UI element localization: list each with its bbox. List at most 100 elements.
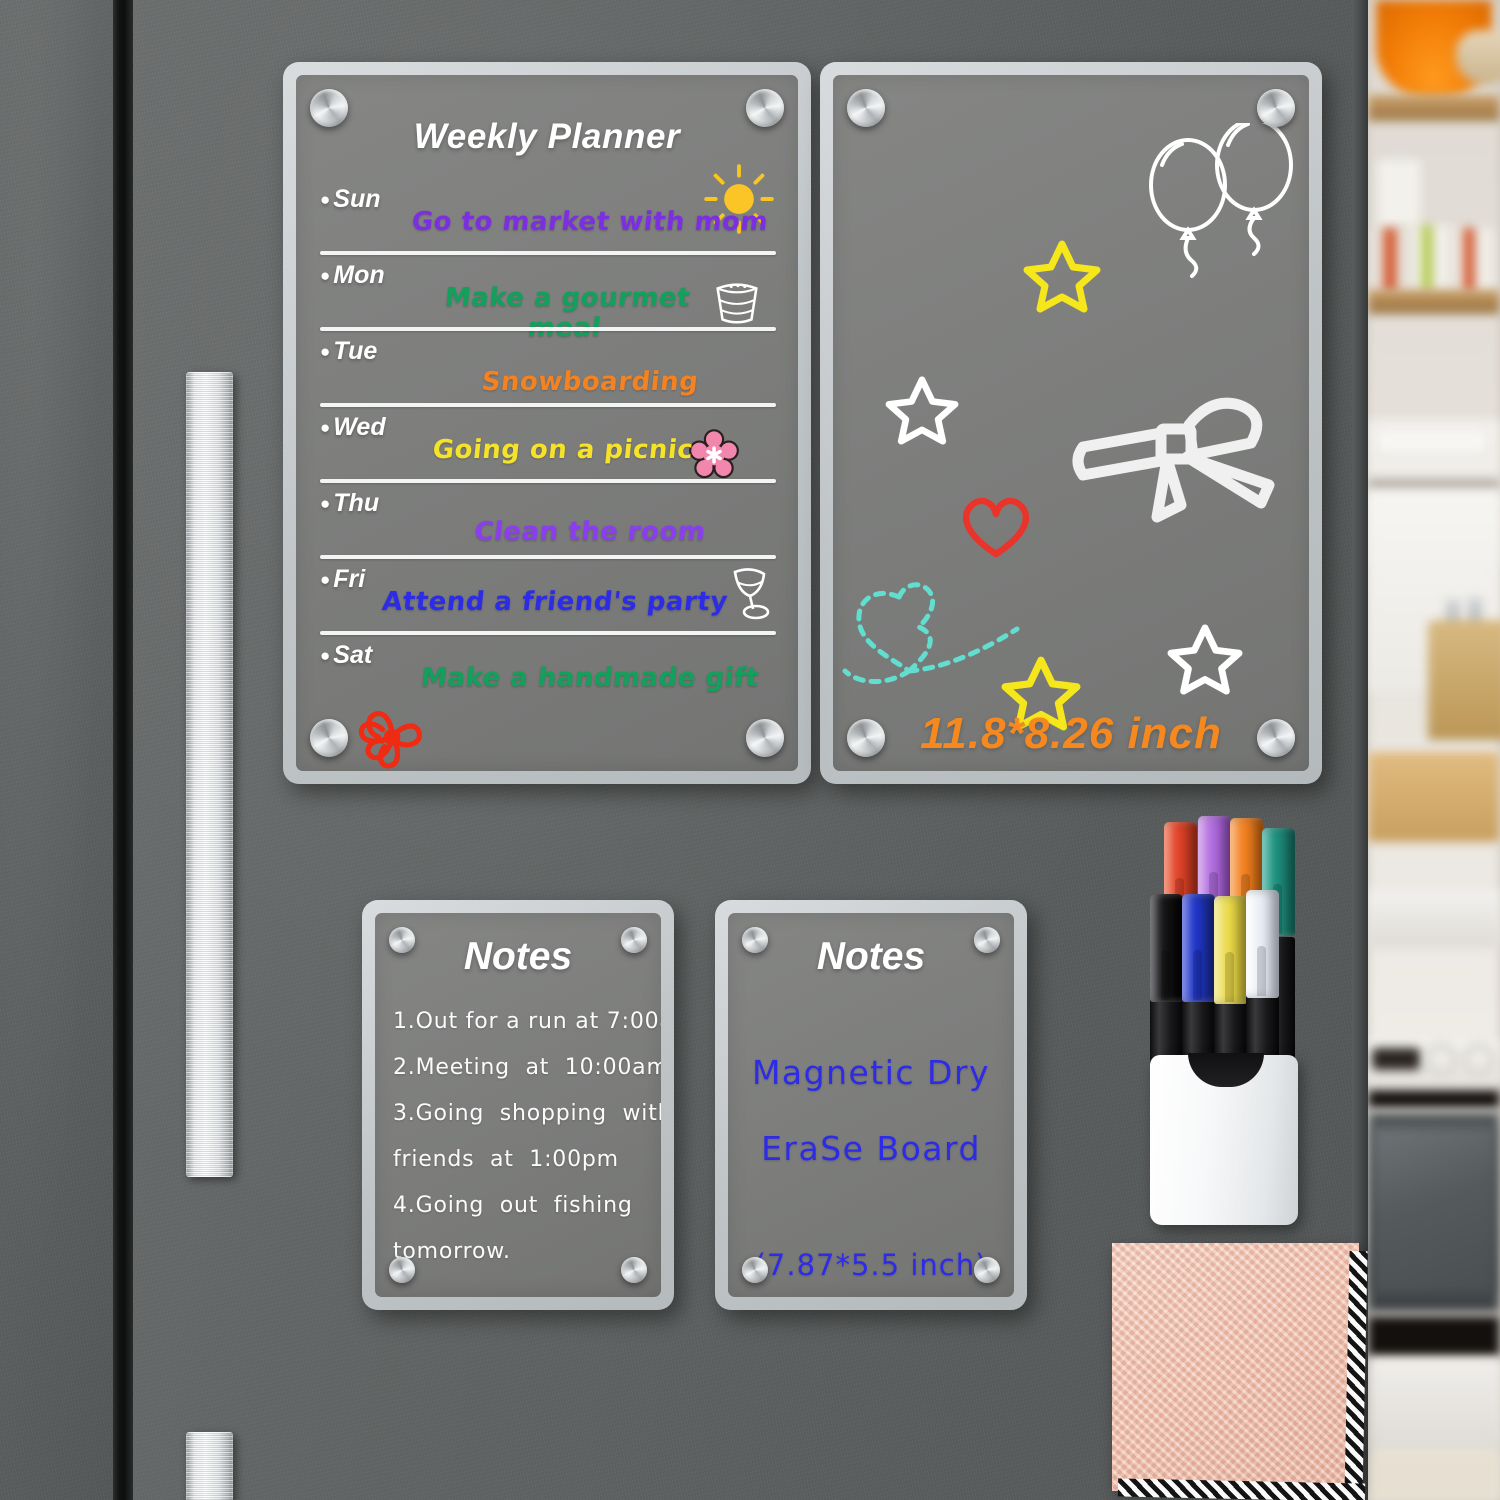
screw-cap-top-left — [310, 89, 348, 127]
red-flower-doodle — [358, 711, 423, 769]
screw-cap-top-right — [974, 927, 1000, 953]
red-heart-doodle — [962, 497, 1030, 558]
microfiber-eraser-cloth[interactable] — [1112, 1243, 1368, 1500]
wooden-shelf-upper — [1368, 95, 1500, 121]
wooden-shelf-lower — [1368, 290, 1500, 314]
notes-board-1[interactable]: Notes 1.Out for a run at 7:00am 2.Meetin… — [362, 900, 674, 1310]
screw-cap-bottom-left — [389, 1257, 415, 1283]
planner-row[interactable]: Fri Attend a friend's party — [320, 559, 776, 635]
day-label-fri: Fri — [320, 565, 365, 594]
knife-block — [1428, 620, 1500, 740]
day-note-tue[interactable]: Snowboarding — [406, 367, 773, 397]
day-label-tue: Tue — [320, 337, 377, 366]
marker-holder-cup[interactable] — [1150, 1053, 1298, 1225]
day-label-thu: Thu — [320, 489, 379, 518]
planner-row[interactable]: Sat Make a handmade gift — [320, 635, 776, 711]
screw-cap-top-right — [1257, 89, 1295, 127]
product-dimension-line: (7.87*5.5 inch) — [754, 1248, 988, 1282]
oven-window — [1374, 1128, 1494, 1293]
screw-cap-bottom-right — [1257, 719, 1295, 757]
marker-holder[interactable] — [1142, 800, 1307, 1225]
notes-title: Notes — [816, 935, 926, 978]
planner-row[interactable]: Tue Snowboarding — [320, 331, 776, 407]
notes-board-2[interactable]: Notes Magnetic Dry EraSe Board (7.87*5.5… — [715, 900, 1027, 1310]
planner-row[interactable]: Thu Clean the room — [320, 483, 776, 559]
kitchen-floor — [1368, 1452, 1500, 1500]
screw-cap-bottom-right — [974, 1257, 1000, 1283]
note-item[interactable]: 2.Meeting at 10:00am — [393, 1045, 661, 1091]
yellow-star-doodle — [1023, 240, 1101, 313]
doodle-board[interactable]: 11.8*8.26 inch — [820, 62, 1322, 784]
day-label-sun: Sun — [320, 185, 380, 214]
day-label-sat: Sat — [320, 641, 372, 670]
holder-notch — [1188, 1053, 1264, 1087]
board-dimension-label: 11.8*8.26 inch — [920, 709, 1222, 758]
day-label-wed: Wed — [320, 413, 385, 442]
screw-cap-bottom-left — [847, 719, 885, 757]
cutting-board — [1368, 752, 1500, 842]
planner-row[interactable]: Mon Make a gourmet meal — [320, 255, 776, 343]
bow-doodle — [1072, 397, 1275, 523]
screw-cap-bottom-left — [742, 1257, 768, 1283]
door-texture — [0, 0, 113, 1500]
oven-gap — [1368, 1090, 1500, 1108]
screw-cap-top-left — [847, 89, 885, 127]
screw-cap-bottom-right — [746, 719, 784, 757]
note-item[interactable]: friends at 1:00pm — [393, 1137, 647, 1183]
day-note-sat[interactable]: Make a handmade gift — [406, 663, 773, 693]
day-label-mon: Mon — [320, 261, 384, 290]
doodle-board-surface[interactable]: 11.8*8.26 inch — [833, 75, 1309, 771]
countertop — [1368, 478, 1500, 490]
white-star-doodle-2 — [1167, 624, 1243, 695]
screw-cap-bottom-left — [310, 719, 348, 757]
stovetop — [1368, 890, 1500, 948]
fridge-door-left[interactable] — [0, 0, 113, 1500]
note-item[interactable]: tomorrow. — [393, 1229, 647, 1275]
oven-handle — [1368, 1316, 1500, 1356]
day-note-thu[interactable]: Clean the room — [406, 517, 773, 547]
planner-row[interactable]: Wed Going on a picnic — [320, 407, 776, 483]
oven-knob-2 — [1464, 1044, 1494, 1074]
day-note-sun[interactable]: Go to market with mom — [406, 207, 773, 237]
marker-cap — [1182, 894, 1215, 1002]
weekly-planner-board[interactable]: Weekly Planner ● Sun Go to market with m… — [283, 62, 811, 784]
text-spacer — [742, 1187, 1000, 1227]
notes-title: Notes — [463, 935, 573, 978]
note-item[interactable]: 4.Going out fishing — [393, 1183, 647, 1229]
cloth-trim-bottom — [1117, 1478, 1366, 1500]
screw-cap-top-right — [746, 89, 784, 127]
note-item[interactable]: 3.Going shopping with — [393, 1091, 661, 1137]
cabinet-panel — [1376, 428, 1488, 454]
fridge-handle-lower[interactable] — [186, 1432, 233, 1500]
day-note-fri[interactable]: Attend a friend's party — [378, 587, 731, 617]
product-name-line-1: Magnetic Dry — [751, 1053, 991, 1092]
white-box — [1378, 160, 1420, 226]
weekly-planner-surface[interactable]: Weekly Planner ● Sun Go to market with m… — [296, 75, 798, 771]
day-note-wed[interactable]: Going on a picnic — [406, 435, 719, 465]
lower-drawer — [1368, 1360, 1500, 1450]
marker-cap — [1214, 896, 1247, 1004]
striped-mug-1 — [1372, 228, 1408, 292]
marker-cap — [1246, 890, 1279, 998]
striped-mug-2 — [1412, 225, 1450, 291]
notes-board-1-surface[interactable]: Notes 1.Out for a run at 7:00am 2.Meetin… — [375, 913, 661, 1297]
notes-board-2-text[interactable]: Magnetic Dry EraSe Board (7.87*5.5 inch) — [742, 1035, 1000, 1297]
product-name-line-2: EraSe Board — [761, 1129, 981, 1168]
striped-mug-3 — [1454, 228, 1494, 292]
notes-list: 1.Out for a run at 7:00am 2.Meeting at 1… — [393, 999, 661, 1275]
balloons-doodle — [1149, 123, 1293, 278]
oven-display — [1372, 1048, 1420, 1070]
screw-cap-top-right — [621, 927, 647, 953]
screw-cap-top-left — [742, 927, 768, 953]
notes-board-2-surface[interactable]: Notes Magnetic Dry EraSe Board (7.87*5.5… — [728, 913, 1014, 1297]
fridge-handle-upper[interactable] — [186, 372, 233, 1177]
marker-cap — [1150, 894, 1183, 1002]
screw-cap-bottom-right — [621, 1257, 647, 1283]
white-star-doodle — [885, 376, 959, 445]
fridge-door-seam — [113, 0, 133, 1500]
planner-row[interactable]: Sun Go to market with mom — [320, 179, 776, 255]
weekly-planner-title: Weekly Planner — [413, 117, 681, 156]
screw-cap-top-left — [389, 927, 415, 953]
note-item[interactable]: 1.Out for a run at 7:00am — [393, 999, 661, 1045]
oven-knob-1 — [1426, 1044, 1456, 1074]
